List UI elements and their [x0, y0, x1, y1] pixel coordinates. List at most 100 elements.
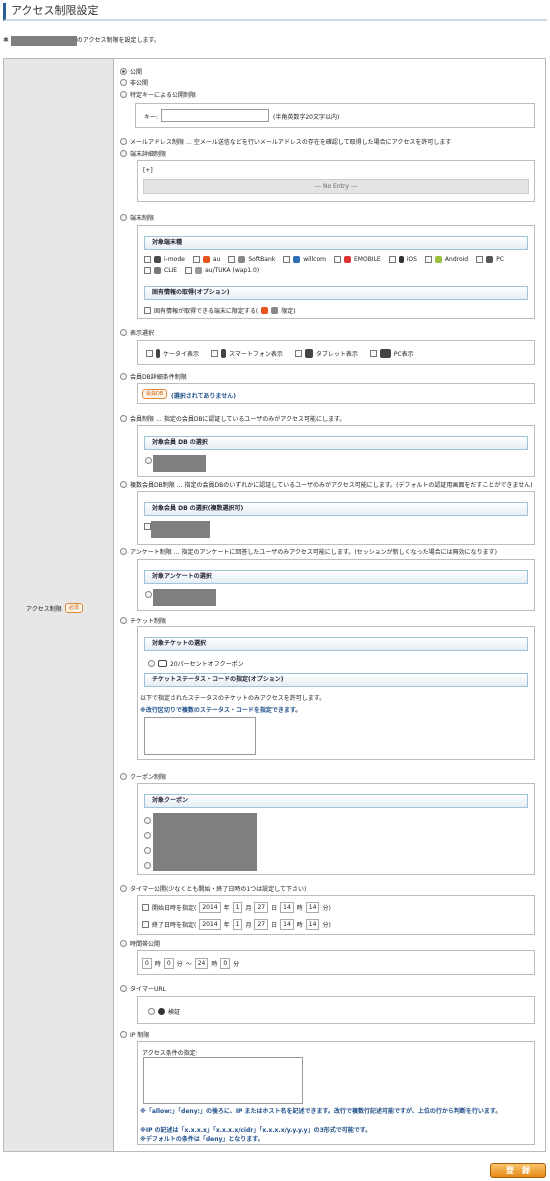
radio-coupon-3[interactable] [144, 847, 151, 854]
cb-au[interactable] [192, 256, 200, 263]
device-willcom: willcom [303, 256, 326, 263]
emobile-icon [344, 256, 351, 263]
mobile-icon [156, 349, 160, 358]
member-db-name [153, 455, 206, 472]
display-mobile: ケータイ表示 [163, 351, 200, 358]
radio-timezone[interactable] [120, 940, 127, 947]
ticket-status-textarea[interactable] [144, 717, 256, 755]
page-title: アクセス制限設定 [3, 3, 547, 21]
end-min-select[interactable]: 14 [305, 919, 320, 930]
end-month-select[interactable]: 1 [232, 919, 243, 930]
start-min-select[interactable]: 14 [305, 902, 320, 913]
label-device: 端末制限 [130, 215, 155, 222]
radio-device[interactable] [120, 214, 127, 221]
end-hour-select[interactable]: 14 [280, 919, 294, 930]
label-multi: 複数会員DB制限 … 指定の会員DBのいずれかに認証しているユーザのみがアクセス… [130, 482, 533, 489]
radio-timer-url[interactable] [120, 985, 127, 992]
label-public: 公開 [130, 69, 143, 76]
label-mail: メールアドレス制限 … 空メール送信などを行いメールアドレスの存在を確認して取得… [130, 139, 452, 146]
start-year-select[interactable]: 2014 [199, 902, 221, 913]
cb-pc[interactable] [476, 256, 484, 263]
member-db-button[interactable]: 会員DB [142, 389, 168, 399]
radio-ticket[interactable] [120, 617, 127, 624]
radio-verify[interactable] [148, 1008, 155, 1015]
cb-tablet[interactable] [294, 350, 302, 357]
cb-clie[interactable] [144, 267, 151, 274]
end-day-select[interactable]: 27 [254, 919, 269, 930]
submit-button[interactable]: 登 録 [490, 1163, 546, 1178]
ticket-item: 20パーセントオフクーポン [170, 661, 244, 668]
radio-public[interactable] [120, 68, 127, 75]
radio-member-db-item[interactable] [145, 457, 152, 464]
start-hour-select[interactable]: 14 [280, 902, 294, 913]
cb-willcom[interactable] [283, 256, 291, 263]
tz-end-hour[interactable]: 24 [194, 958, 209, 969]
smartphone-icon [221, 349, 227, 358]
key-input[interactable] [161, 109, 269, 122]
start-day-select[interactable]: 27 [254, 902, 269, 913]
unit-min: 分) [322, 922, 331, 929]
radio-ip[interactable] [120, 1031, 127, 1038]
label-member: 会員制限 … 指定の会員DBに認証しているユーザのみがアクセス可能にします。 [130, 416, 346, 423]
unit-hour: 時 [296, 922, 303, 929]
ios-icon [398, 256, 404, 263]
intro-text: ✱ のアクセス制限を設定します。 [3, 35, 160, 46]
radio-coupon[interactable] [120, 773, 127, 780]
ticket-status-head: チケットステータス・コードの指定(オプション) [144, 673, 528, 687]
radio-ticket-item[interactable] [148, 660, 155, 667]
start-month-select[interactable]: 1 [232, 902, 243, 913]
key-label: キー: [144, 114, 159, 121]
device-head: 対象端末種 [144, 236, 528, 250]
cb-unique-info[interactable] [144, 307, 151, 314]
radio-coupon-1[interactable] [144, 817, 151, 824]
device-opt-label: 固有情報が取得できる端末に限定する( [154, 308, 259, 315]
cb-ios[interactable] [388, 256, 396, 263]
display-smartphone: スマートフォン表示 [229, 351, 283, 358]
cb-tuka[interactable] [185, 267, 193, 274]
cb-multi-db-item[interactable] [144, 523, 151, 530]
label-survey: アンケート制限 … 指定のアンケートに回答したユーザのみアクセス可能にします。(… [130, 549, 497, 556]
tz-start-min[interactable]: 0 [163, 958, 174, 969]
key-note: (半角英数字20文字以内) [273, 114, 340, 121]
label-ip: IP 制限 [130, 1032, 150, 1039]
cb-end[interactable] [142, 921, 149, 928]
radio-member-db[interactable] [120, 373, 127, 380]
cb-imode[interactable] [144, 256, 151, 263]
cb-mobile[interactable] [146, 350, 153, 357]
timer-box: 開始日時を指定( 2014 年 1月 27 日 14 時 14 分) 終了日時を指定( … [137, 895, 535, 935]
radio-device-detail[interactable] [120, 150, 127, 157]
radio-display[interactable] [120, 329, 127, 336]
ticket-note1: 以下で指定されたステータスのチケットのみアクセスを許可します。 [140, 695, 326, 702]
label-timezone: 時間帯公開 [130, 941, 161, 948]
cb-pc-display[interactable] [369, 350, 377, 357]
cb-softbank[interactable] [228, 256, 236, 263]
cb-smartphone[interactable] [211, 350, 219, 357]
radio-multi[interactable] [120, 481, 127, 488]
radio-timer[interactable] [120, 885, 127, 892]
android-icon [434, 256, 442, 263]
radio-key[interactable] [120, 91, 127, 98]
cb-emobile[interactable] [334, 256, 341, 263]
radio-member[interactable] [120, 415, 127, 422]
ticket-note2: ※改行区切りで複数のステータス・コードを指定できます。 [140, 707, 302, 714]
au-icon [261, 307, 269, 314]
device-pc: PC [496, 256, 504, 263]
radio-coupon-4[interactable] [144, 862, 151, 869]
radio-coupon-2[interactable] [144, 832, 151, 839]
display-list: ケータイ表示 スマートフォン表示 タブレット表示 PC表示 [146, 349, 414, 358]
expand-toggle[interactable]: [+] [143, 167, 153, 174]
end-year-select[interactable]: 2014 [199, 919, 221, 930]
device-android: Android [444, 256, 469, 263]
radio-mail[interactable] [120, 138, 127, 145]
display-tablet: タブレット表示 [315, 351, 358, 358]
tz-end-min[interactable]: 0 [220, 958, 231, 969]
cb-android[interactable] [424, 256, 432, 263]
ip-textarea[interactable] [143, 1057, 303, 1104]
unit-day: 日 [271, 922, 278, 929]
radio-private[interactable] [120, 79, 127, 86]
radio-survey-item[interactable] [145, 591, 152, 598]
tz-start-hour[interactable]: 0 [142, 958, 152, 969]
unit-hour: 時 [296, 905, 303, 912]
cb-start[interactable] [142, 904, 149, 911]
radio-survey[interactable] [120, 548, 127, 555]
